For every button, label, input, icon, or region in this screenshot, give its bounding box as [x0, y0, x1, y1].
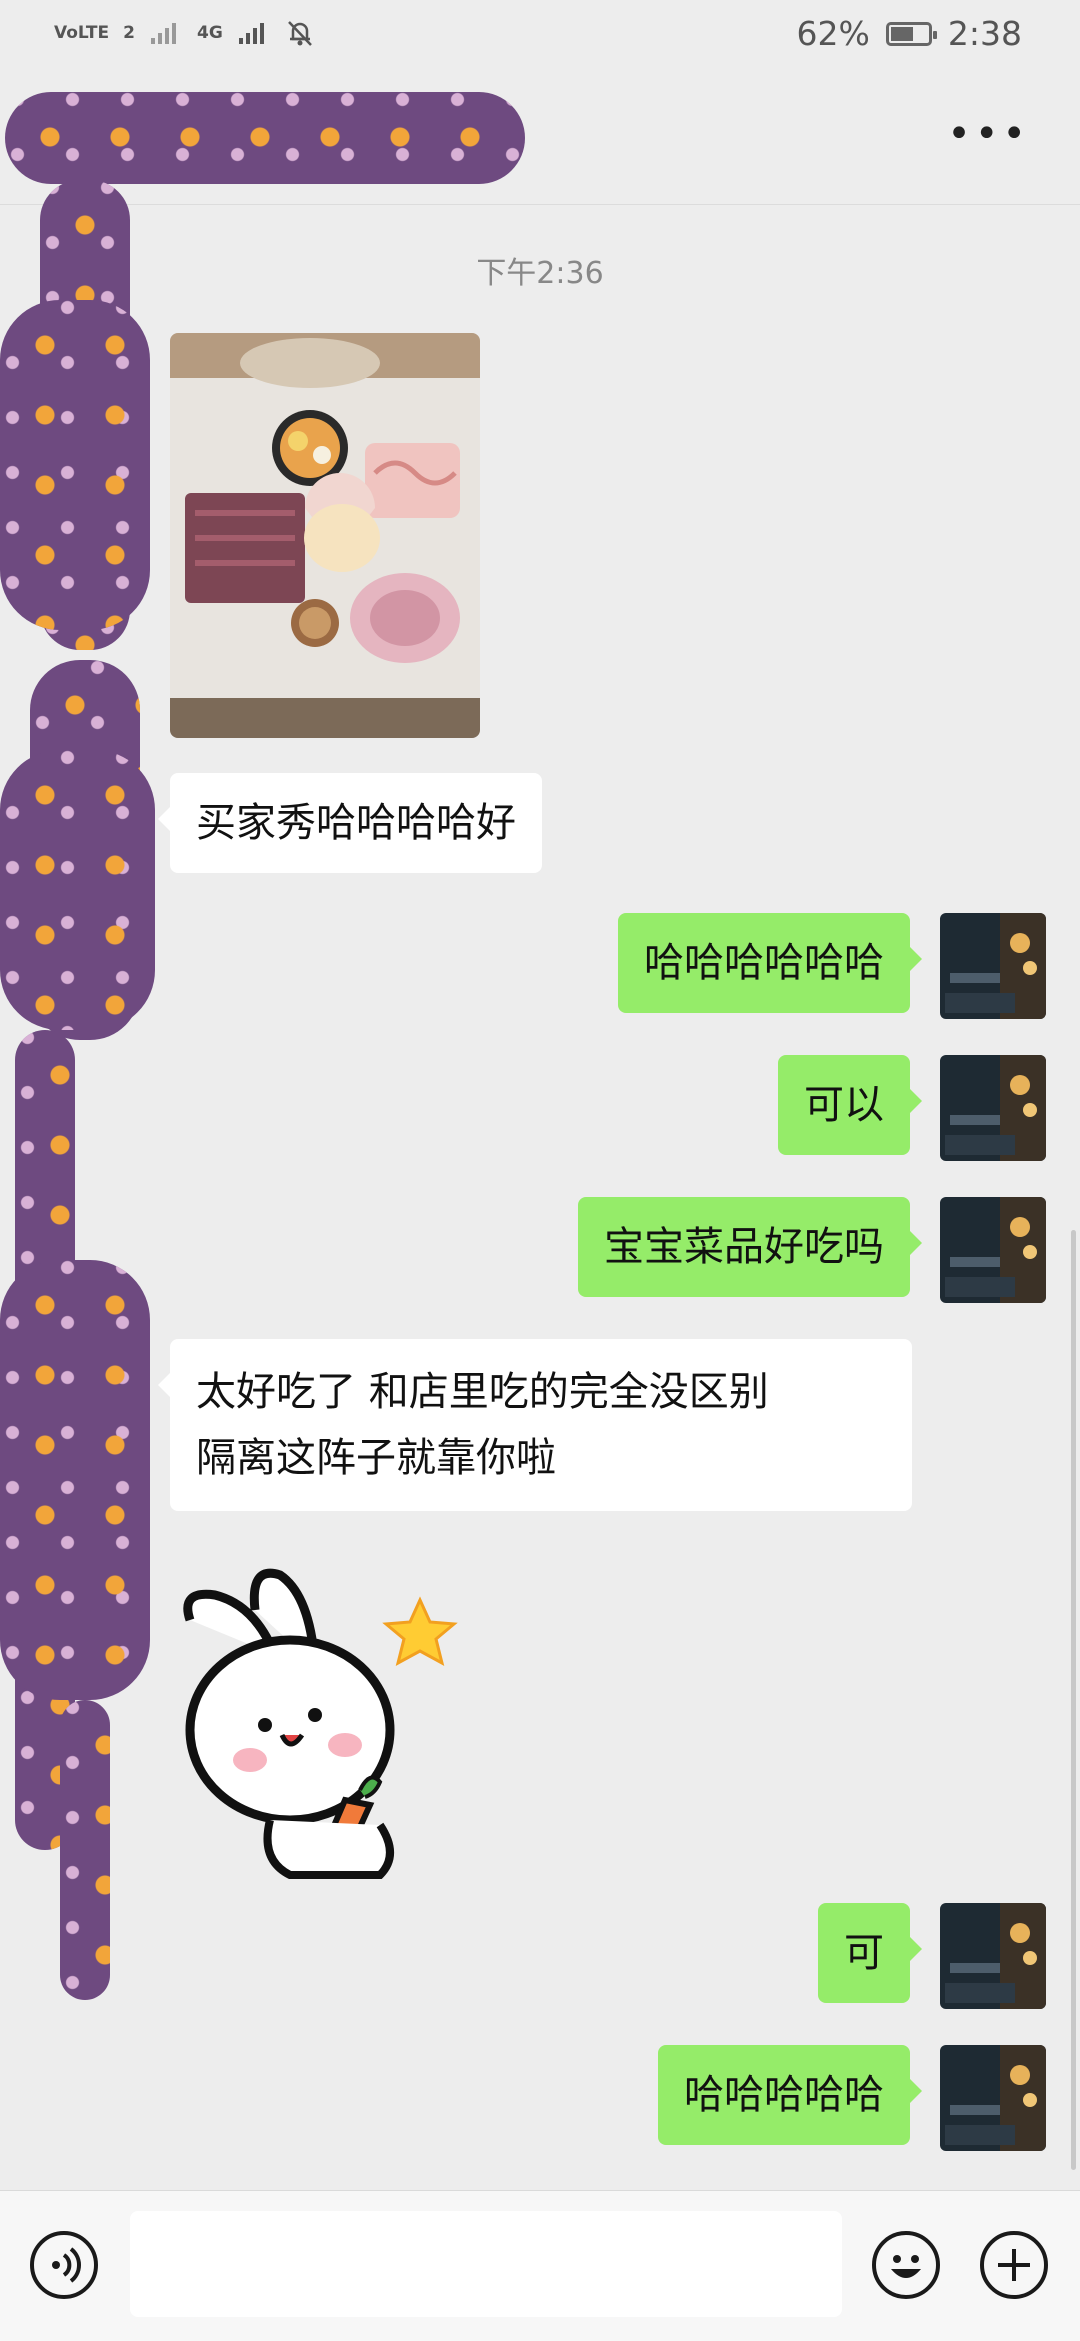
my-avatar-image [940, 1055, 1046, 1161]
message-bubble-received[interactable]: 买家秀哈哈哈哈好 [158, 773, 542, 873]
message-line: 太好吃了 和店里吃的完全没区别 [196, 1369, 769, 1415]
battery-icon [885, 21, 937, 46]
mute-bell-icon [287, 21, 312, 46]
avatar[interactable] [940, 2045, 1046, 2151]
my-avatar-image [940, 1903, 1046, 2009]
chat-timestamp: 下午2:36 [476, 256, 604, 291]
avatar[interactable] [940, 913, 1046, 1019]
voice-icon[interactable] [30, 2231, 98, 2299]
rabbit-carrot-sticker[interactable] [170, 1560, 490, 1880]
sim-indicator: 2 [123, 23, 135, 43]
more-icon[interactable]: ••• [947, 114, 1030, 154]
battery-percent: 62% [796, 14, 870, 53]
input-bar [0, 2190, 1080, 2341]
redaction-scribble [0, 750, 155, 1030]
redaction-scribble [5, 92, 525, 184]
message-bubble-sent[interactable]: 哈哈哈哈哈哈 [618, 913, 922, 1013]
avatar[interactable] [940, 1055, 1046, 1161]
network-type: 4G [196, 23, 223, 43]
message-bubble-sent[interactable]: 可以 [778, 1055, 922, 1155]
redaction-scribble [0, 300, 150, 630]
redaction-scribble [60, 1700, 110, 2000]
signal-strong-icon [238, 23, 264, 44]
food-photo [170, 333, 480, 738]
my-avatar-image [940, 1197, 1046, 1303]
message-bubble-sent[interactable]: 宝宝菜品好吃吗 [578, 1197, 922, 1297]
status-bar: VoLTE 2 4G 62% 2:38 [0, 0, 1080, 72]
message-bubble-sent[interactable]: 可 [818, 1903, 922, 2003]
message-line: 隔离这阵子就靠你啦 [196, 1435, 556, 1481]
emoji-icon[interactable] [872, 2231, 940, 2299]
avatar[interactable] [940, 1903, 1046, 2009]
volte-indicator: VoLTE [54, 23, 110, 43]
message-bubble-received[interactable]: 太好吃了 和店里吃的完全没区别 隔离这阵子就靠你啦 [158, 1339, 912, 1511]
message-bubble-sent[interactable]: 哈哈哈哈哈 [658, 2045, 922, 2145]
clock: 2:38 [947, 14, 1022, 53]
plus-icon[interactable] [980, 2231, 1048, 2299]
signal-icon [150, 23, 176, 44]
my-avatar-image [940, 2045, 1046, 2151]
my-avatar-image [940, 913, 1046, 1019]
rabbit-sticker-image [183, 1568, 458, 1879]
avatar[interactable] [940, 1197, 1046, 1303]
redaction-scribble [0, 1260, 150, 1700]
scrollbar[interactable] [1071, 1230, 1076, 2170]
message-input[interactable] [130, 2211, 842, 2317]
image-message[interactable] [170, 333, 480, 738]
